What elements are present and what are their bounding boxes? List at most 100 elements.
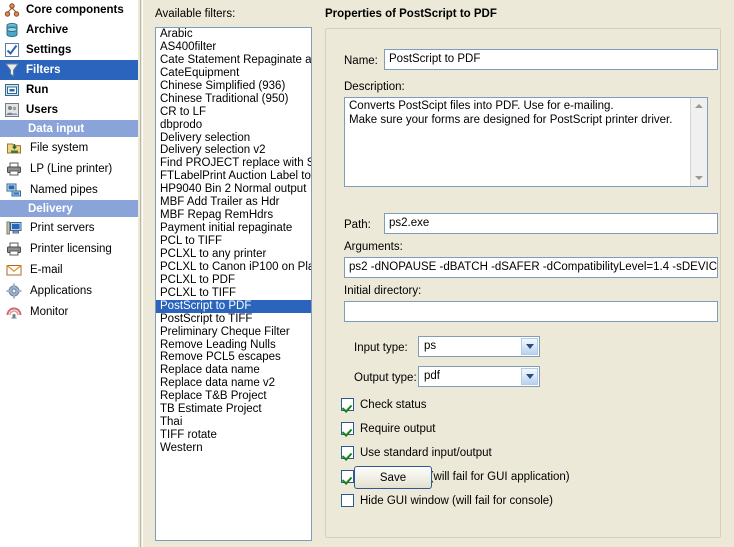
sidebar-item-file-system[interactable]: File system (0, 137, 138, 158)
input-type-label: Input type: (354, 342, 408, 354)
filter-list-item[interactable]: Find PROJECT replace with Std S (156, 157, 311, 170)
filter-list-item[interactable]: TB Estimate Project (156, 403, 311, 416)
filter-list-item[interactable]: PCLXL to PDF (156, 274, 311, 287)
filter-list-item[interactable]: CateEquipment (156, 67, 311, 80)
sidebar-item-settings[interactable]: Settings (0, 40, 138, 60)
checkbox-box[interactable] (341, 470, 354, 483)
arguments-input[interactable]: ps2 -dNOPAUSE -dBATCH -dSAFER -dCompatib… (344, 257, 718, 278)
filter-list-item[interactable]: Thai (156, 416, 311, 429)
printer-icon (6, 241, 22, 257)
sidebar-group-data-input: Data input (0, 120, 138, 137)
sidebar-item-run[interactable]: Run (0, 80, 138, 100)
filter-list-item[interactable]: Replace T&B Project (156, 390, 311, 403)
path-input[interactable]: ps2.exe (384, 213, 718, 234)
filter-list-item[interactable]: Western (156, 442, 311, 455)
checkbox-require-output[interactable]: Require output (341, 421, 435, 436)
initial-directory-input[interactable] (344, 301, 718, 322)
monitor-radar-icon (6, 304, 22, 320)
sidebar-item-filters[interactable]: Filters (0, 60, 138, 80)
filter-list-item[interactable]: AS400filter (156, 41, 311, 54)
description-text: Converts PostScipt files into PDF. Use f… (349, 100, 673, 126)
sidebar-item-label: E-mail (30, 263, 63, 276)
filter-list-item[interactable]: PCLXL to Canon iP100 on Plato (156, 261, 311, 274)
scroll-down-icon[interactable] (691, 170, 707, 186)
folder-download-icon (6, 140, 22, 156)
filter-list-item[interactable]: Remove PCL5 escapes (156, 351, 311, 364)
filter-list-item[interactable]: CR to LF (156, 106, 311, 119)
checkbox-label: Hide GUI window (will fail for console) (360, 494, 554, 507)
save-button[interactable]: Save (354, 466, 432, 489)
filter-list-item[interactable]: FTLabelPrint Auction Label to Pos (156, 170, 311, 183)
sidebar-item-applications[interactable]: Applications (0, 280, 138, 301)
divider-line-light (142, 0, 143, 547)
checkbox-check-status[interactable]: Check status (341, 397, 426, 412)
sidebar-group-label: Delivery (28, 202, 73, 215)
checkbox-label: Check status (360, 398, 427, 411)
server-monitor-icon (6, 220, 22, 236)
sidebar-group-delivery: Delivery (0, 200, 138, 217)
sidebar-item-label: Archive (26, 24, 69, 36)
sidebar-item-monitor[interactable]: Monitor (0, 301, 138, 322)
description-textarea[interactable]: Converts PostScipt files into PDF. Use f… (344, 97, 708, 187)
checkbox-box[interactable] (341, 494, 354, 507)
path-label: Path: (344, 219, 371, 231)
sidebar-item-printer-licensing[interactable]: Printer licensing (0, 238, 138, 259)
description-label: Description: (344, 81, 405, 93)
sidebar-item-print-servers[interactable]: Print servers (0, 217, 138, 238)
funnel-icon (4, 62, 20, 78)
output-type-select[interactable]: pdf (418, 366, 540, 387)
description-scrollbar[interactable] (690, 98, 707, 186)
filter-list-item[interactable]: PCLXL to any printer (156, 248, 311, 261)
available-filters-listbox[interactable]: Arabic AS400filter Cate Statement Repagina… (155, 27, 312, 541)
checkbox-use-standard-io[interactable]: Use standard input/output (341, 445, 492, 460)
filter-list-item[interactable]: Remove Leading Nulls (156, 339, 311, 352)
filter-list-item[interactable]: PCLXL to TIFF (156, 287, 311, 300)
filter-list-item[interactable]: PostScript to TIFF (156, 313, 311, 326)
input-type-value: ps (424, 340, 437, 352)
filters-panel: Available filters: Arabic AS400filter Cate… (149, 0, 315, 547)
filter-list-item[interactable]: MBF Add Trailer as Hdr (156, 196, 311, 209)
sidebar-item-e-mail[interactable]: E-mail (0, 259, 138, 280)
properties-title: Properties of PostScript to PDF (325, 8, 497, 20)
chevron-down-icon[interactable] (521, 368, 538, 385)
filter-list-item[interactable]: Payment initial repaginate (156, 222, 311, 235)
sidebar-item-label: File system (30, 141, 89, 154)
filter-list-item[interactable]: Preliminary Cheque Filter (156, 326, 311, 339)
database-icon (4, 22, 20, 38)
filter-list-item[interactable]: Arabic (156, 28, 311, 41)
sidebar-item-users[interactable]: Users (0, 100, 138, 120)
filter-list-item[interactable]: Chinese Traditional (950) (156, 93, 311, 106)
filter-list-item[interactable]: PostScript to PDF (156, 299, 311, 313)
properties-panel: Properties of PostScript to PDF Name: Po… (315, 0, 734, 547)
sidebar-item-label: LP (Line printer) (30, 162, 113, 175)
filter-list-item[interactable]: Cate Statement Repaginate as F (156, 54, 311, 67)
checkbox-box[interactable] (341, 398, 354, 411)
arguments-label: Arguments: (344, 241, 403, 253)
filter-list-item[interactable]: HP9040 Bin 2 Normal output (156, 183, 311, 196)
filter-list-item[interactable]: TIFF rotate (156, 429, 311, 442)
checklist-icon (4, 42, 20, 58)
filter-list-item[interactable]: Replace data name (156, 364, 311, 377)
application-window: Core components Archive Settings Filters Run… (0, 0, 734, 547)
checkbox-hide-gui-window[interactable]: Hide GUI window (will fail for console) (341, 493, 553, 508)
sidebar-item-named-pipes[interactable]: Named pipes (0, 179, 138, 200)
filter-list-item[interactable]: dbprodo (156, 119, 311, 132)
pipe-network-icon (6, 182, 22, 198)
filter-list-item[interactable]: MBF Repag RemHdrs (156, 209, 311, 222)
output-type-label: Output type: (354, 372, 417, 384)
filter-list-item[interactable]: Delivery selection v2 (156, 144, 311, 157)
input-type-select[interactable]: ps (418, 336, 540, 357)
checkbox-box[interactable] (341, 446, 354, 459)
filter-list-item[interactable]: Chinese Simplified (936) (156, 80, 311, 93)
scroll-up-icon[interactable] (691, 98, 707, 114)
filter-list-item[interactable]: Delivery selection (156, 132, 311, 145)
chevron-down-icon[interactable] (521, 338, 538, 355)
sidebar-item-lp-line-printer[interactable]: LP (Line printer) (0, 158, 138, 179)
sidebar-item-archive[interactable]: Archive (0, 20, 138, 40)
filter-list-item[interactable]: Replace data name v2 (156, 377, 311, 390)
name-input[interactable]: PostScript to PDF (384, 49, 718, 70)
checkbox-box[interactable] (341, 422, 354, 435)
filter-list-item[interactable]: PCL to TIFF (156, 235, 311, 248)
checkbox-label: Require output (360, 422, 436, 435)
sidebar-item-core-components[interactable]: Core components (0, 0, 138, 20)
